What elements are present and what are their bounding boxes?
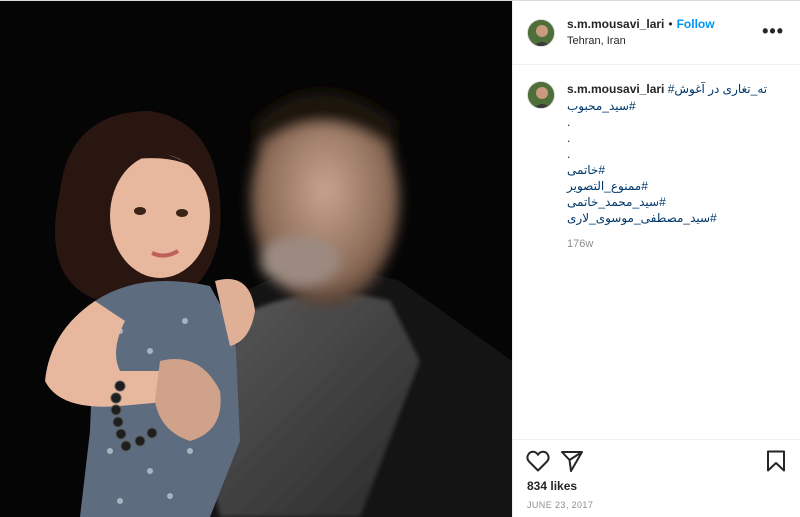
post-date[interactable]: JUNE 23, 2017	[527, 500, 593, 510]
caption-comment: s.m.mousavi_lari ته_تغاری در آغوش# #سید_…	[513, 65, 800, 266]
caption-hashtag[interactable]: #سید_محمد_خاتمی	[567, 194, 777, 210]
caption-lines: #سید_محبوب . . . #خاتمی #ممنوع_التصویر #…	[567, 98, 777, 226]
bookmark-icon-graphic	[767, 450, 785, 472]
post-container: s.m.mousavi_lari • Follow Tehran, Iran •••…	[0, 0, 800, 517]
location-link[interactable]: Tehran, Iran	[567, 33, 715, 49]
more-options-icon[interactable]: •••	[762, 22, 784, 40]
caption-body: s.m.mousavi_lari ته_تغاری در آغوش# #سید_…	[567, 81, 777, 250]
caption-hashtag[interactable]: #سید_محبوب	[567, 98, 777, 114]
bookmark-icon[interactable]	[766, 450, 786, 477]
caption-hashtag[interactable]: #سید_مصطفی_موسوی_لاری	[567, 210, 777, 226]
caption-hashtag[interactable]: ته_تغاری در آغوش#	[668, 82, 767, 96]
send-icon[interactable]	[560, 450, 584, 477]
caption-avatar[interactable]	[527, 81, 555, 109]
avatar-image	[528, 82, 554, 108]
header-text: s.m.mousavi_lari • Follow Tehran, Iran	[567, 16, 715, 49]
caption-time-ago[interactable]: 176w	[567, 238, 777, 250]
likes-count[interactable]: 834 likes	[527, 479, 577, 493]
avatar-image	[528, 19, 554, 46]
action-bar	[513, 439, 800, 483]
caption-dot-line: .	[567, 131, 571, 145]
caption-dot-line: .	[567, 147, 571, 161]
send-icon-graphic	[561, 451, 583, 472]
photo-artwork	[0, 1, 512, 517]
avatar[interactable]	[527, 18, 555, 47]
caption-dot-line: .	[567, 115, 571, 129]
follow-button[interactable]: Follow	[677, 17, 715, 31]
username-link[interactable]: s.m.mousavi_lari	[567, 17, 664, 31]
caption-hashtag[interactable]: #ممنوع_التصویر	[567, 178, 777, 194]
separator-dot: •	[668, 17, 673, 31]
post-side-panel: s.m.mousavi_lari • Follow Tehran, Iran •••…	[512, 1, 800, 517]
heart-icon-graphic	[526, 450, 550, 472]
heart-icon[interactable]	[526, 450, 550, 477]
post-header: s.m.mousavi_lari • Follow Tehran, Iran •••	[513, 1, 800, 65]
caption-hashtag[interactable]: #خاتمی	[567, 162, 777, 178]
caption-username[interactable]: s.m.mousavi_lari	[567, 82, 664, 96]
post-photo[interactable]	[0, 1, 512, 517]
